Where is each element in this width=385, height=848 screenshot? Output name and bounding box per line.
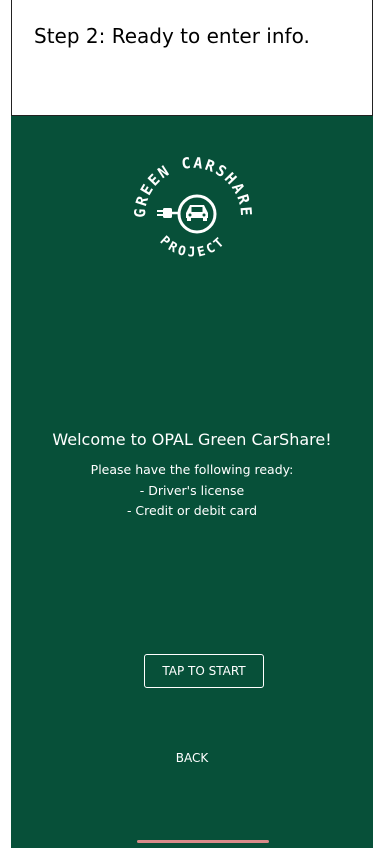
instructions-heading: Please have the following ready: <box>90 462 294 477</box>
tutorial-frame: Step 2: Ready to enter info. GREEN CARSH… <box>0 0 385 848</box>
logo-bottom-text: PROJECT <box>157 233 227 260</box>
requirement-drivers-license: - Driver's license <box>139 483 245 498</box>
caption-text: Step 2: Ready to enter info. <box>34 24 310 48</box>
svg-text:PROJECT: PROJECT <box>157 233 230 260</box>
car-plug-icon: GREEN CARSHARE PROJECT <box>131 154 253 261</box>
home-indicator <box>137 840 269 843</box>
app-screen: GREEN CARSHARE PROJECT Welcome to OPAL G… <box>11 116 373 848</box>
welcome-title: Welcome to OPAL Green CarShare! <box>52 430 332 449</box>
tap-to-start-button[interactable]: TAP TO START <box>144 654 264 688</box>
caption-box: Step 2: Ready to enter info. <box>11 0 373 116</box>
back-button[interactable]: BACK <box>11 751 373 765</box>
requirement-payment-card: - Credit or debit card <box>126 503 258 518</box>
green-carshare-logo: GREEN CARSHARE PROJECT <box>123 134 263 274</box>
